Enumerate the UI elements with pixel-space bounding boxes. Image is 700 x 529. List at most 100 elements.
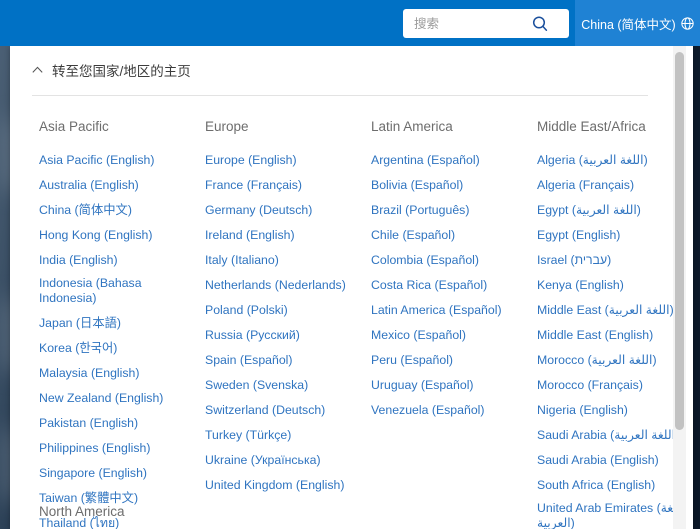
region-link[interactable]: Israel (עברית)	[537, 253, 611, 268]
list-item: Brazil (Português)	[371, 201, 537, 219]
region-link[interactable]: Spain (Español)	[205, 353, 293, 368]
region-link[interactable]: Pakistan (English)	[39, 416, 138, 431]
region-link[interactable]: Argentina (Español)	[371, 153, 480, 168]
search-icon[interactable]	[529, 13, 551, 35]
list-item: Chile (Español)	[371, 226, 537, 244]
region-link[interactable]: Japan (日本語)	[39, 316, 121, 331]
region-link[interactable]: Kenya (English)	[537, 278, 624, 293]
list-item: Morocco (Français)	[537, 376, 693, 394]
locale-selector[interactable]: China (简体中文)	[575, 0, 700, 46]
region-link[interactable]: Italy (Italiano)	[205, 253, 279, 268]
region-link[interactable]: Russia (Русский)	[205, 328, 300, 343]
region-link[interactable]: Turkey (Türkçe)	[205, 428, 291, 443]
scrollbar-thumb[interactable]	[675, 52, 684, 430]
list-item: Algeria (اللغة العربية)	[537, 151, 693, 169]
region-link[interactable]: China (简体中文)	[39, 203, 132, 218]
region-link[interactable]: Saudi Arabia (اللغة العربية)	[537, 428, 679, 443]
region-link[interactable]: Saudi Arabia (English)	[537, 453, 659, 468]
region-link[interactable]: Morocco (Français)	[537, 378, 643, 393]
list-item: Poland (Polski)	[205, 301, 371, 319]
region-link[interactable]: Egypt (English)	[537, 228, 620, 243]
panel-header[interactable]: 转至您国家/地区的主页	[10, 46, 693, 90]
region-column-asia-pacific: Asia Pacific Asia Pacific (English) Aust…	[39, 119, 205, 529]
region-link[interactable]: Netherlands (Nederlands)	[205, 278, 346, 293]
region-link[interactable]: Hong Kong (English)	[39, 228, 152, 243]
region-link[interactable]: Indonesia (Bahasa Indonesia)	[39, 276, 191, 306]
region-link[interactable]: United Arab Emirates (اللغة العربية)	[537, 501, 689, 529]
list-item: Algeria (Français)	[537, 176, 693, 194]
region-link[interactable]: Uruguay (Español)	[371, 378, 474, 393]
region-link[interactable]: Ukraine (Українська)	[205, 453, 321, 468]
region-link[interactable]: Middle East (اللغة العربية)	[537, 303, 674, 318]
list-item: Nigeria (English)	[537, 401, 693, 419]
list-item: Costa Rica (Español)	[371, 276, 537, 294]
list-item: Egypt (اللغة العربية)	[537, 201, 693, 219]
region-link[interactable]: Morocco (اللغة العربية)	[537, 353, 657, 368]
region-link[interactable]: Europe (English)	[205, 153, 297, 168]
list-item: Saudi Arabia (English)	[537, 451, 693, 469]
search-box[interactable]	[403, 9, 569, 38]
region-link[interactable]: Latin America (Español)	[371, 303, 502, 318]
region-link[interactable]: Brazil (Português)	[371, 203, 469, 218]
region-link[interactable]: Venezuela (Español)	[371, 403, 484, 418]
list-item: Venezuela (Español)	[371, 401, 537, 419]
region-columns: Asia Pacific Asia Pacific (English) Aust…	[10, 96, 693, 529]
list-item: Ireland (English)	[205, 226, 371, 244]
list-item: China (简体中文)	[39, 201, 205, 219]
column-heading: Middle East/Africa	[537, 119, 646, 134]
region-link[interactable]: Bolivia (Español)	[371, 178, 463, 193]
list-item: Uruguay (Español)	[371, 376, 537, 394]
list-item: Kenya (English)	[537, 276, 693, 294]
region-link[interactable]: Germany (Deutsch)	[205, 203, 312, 218]
list-item: Argentina (Español)	[371, 151, 537, 169]
region-link[interactable]: Chile (Español)	[371, 228, 455, 243]
column-heading: Latin America	[371, 119, 453, 134]
list-item: Pakistan (English)	[39, 414, 205, 432]
region-column-latin-america: Latin America Argentina (Español) Bolivi…	[371, 119, 537, 529]
region-link[interactable]: Peru (Español)	[371, 353, 453, 368]
list-item: Japan (日本語)	[39, 314, 205, 332]
region-link[interactable]: Philippines (English)	[39, 441, 150, 456]
list-item: Singapore (English)	[39, 464, 205, 482]
list-item: Israel (עברית)	[537, 251, 693, 269]
region-link[interactable]: Middle East (English)	[537, 328, 653, 343]
region-link[interactable]: Mexico (Español)	[371, 328, 466, 343]
panel-scrollbar[interactable]	[673, 46, 686, 529]
region-link[interactable]: Algeria (Français)	[537, 178, 634, 193]
list-item: Australia (English)	[39, 176, 205, 194]
list-item: Italy (Italiano)	[205, 251, 371, 269]
region-link[interactable]: Egypt (اللغة العربية)	[537, 203, 641, 218]
list-item: Latin America (Español)	[371, 301, 537, 319]
panel-title: 转至您国家/地区的主页	[52, 64, 191, 79]
region-link[interactable]: France (Français)	[205, 178, 302, 193]
region-link[interactable]: New Zealand (English)	[39, 391, 163, 406]
region-link[interactable]: Nigeria (English)	[537, 403, 628, 418]
list-item: Colombia (Español)	[371, 251, 537, 269]
list-item: Ukraine (Українська)	[205, 451, 371, 469]
region-link[interactable]: Costa Rica (Español)	[371, 278, 487, 293]
region-link-list: Asia Pacific (English) Australia (Englis…	[39, 151, 205, 529]
region-link[interactable]: Algeria (اللغة العربية)	[537, 153, 648, 168]
region-link[interactable]: Poland (Polski)	[205, 303, 288, 318]
list-item: Russia (Русский)	[205, 326, 371, 344]
region-link[interactable]: United Kingdom (English)	[205, 478, 344, 493]
column-heading: Asia Pacific	[39, 119, 109, 134]
list-item: Asia Pacific (English)	[39, 151, 205, 169]
chevron-up-icon[interactable]	[32, 66, 43, 74]
region-link-list: Algeria (اللغة العربية) Algeria (Françai…	[537, 151, 693, 529]
region-link[interactable]: Korea (한국어)	[39, 341, 117, 356]
list-item: Morocco (اللغة العربية)	[537, 351, 693, 369]
region-link[interactable]: Colombia (Español)	[371, 253, 479, 268]
region-link-list: Argentina (Español) Bolivia (Español) Br…	[371, 151, 537, 419]
region-link[interactable]: Asia Pacific (English)	[39, 153, 155, 168]
search-input[interactable]	[403, 11, 529, 36]
list-item: Europe (English)	[205, 151, 371, 169]
region-link[interactable]: Sweden (Svenska)	[205, 378, 308, 393]
region-link[interactable]: India (English)	[39, 253, 118, 268]
region-link[interactable]: Switzerland (Deutsch)	[205, 403, 325, 418]
region-link[interactable]: Singapore (English)	[39, 466, 147, 481]
region-link[interactable]: Malaysia (English)	[39, 366, 139, 381]
region-link[interactable]: Australia (English)	[39, 178, 139, 193]
region-link[interactable]: South Africa (English)	[537, 478, 655, 493]
region-link[interactable]: Ireland (English)	[205, 228, 295, 243]
